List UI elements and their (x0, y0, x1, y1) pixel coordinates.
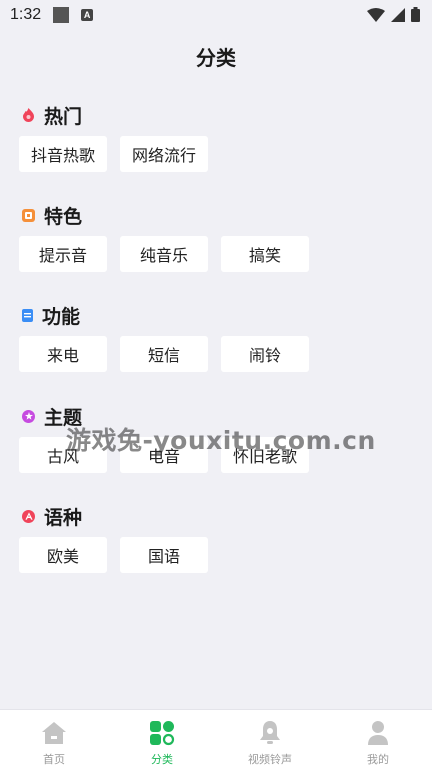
category-chip[interactable]: 搞笑 (221, 236, 309, 272)
chip-list: 欧美 国语 (19, 537, 208, 573)
category-chip[interactable]: 网络流行 (120, 136, 208, 172)
home-icon (41, 720, 67, 746)
category-chip[interactable]: 闹铃 (221, 336, 309, 372)
battery-icon (411, 7, 420, 22)
section-title: 语种 (44, 506, 83, 529)
star-circle-icon (22, 409, 35, 423)
user-icon (365, 720, 391, 746)
tab-label: 视频铃声 (248, 753, 292, 766)
tab-label: 我的 (367, 753, 389, 766)
category-chip[interactable]: 短信 (120, 336, 208, 372)
wifi-icon (367, 7, 385, 22)
tab-label: 首页 (43, 753, 65, 766)
section-header: 语种 (22, 503, 82, 529)
tab-label: 分类 (151, 753, 173, 766)
status-icons (367, 7, 420, 22)
section-header: 特色 (22, 202, 82, 228)
tab-mine[interactable]: 我的 (324, 710, 432, 769)
tab-home[interactable]: 首页 (0, 710, 108, 769)
flame-icon (22, 108, 35, 122)
category-chip[interactable]: 纯音乐 (120, 236, 208, 272)
section-header: 功能 (22, 302, 80, 328)
chip-list: 提示音 纯音乐 搞笑 (19, 236, 309, 272)
status-bar: 1:32 A (0, 0, 432, 30)
category-chip[interactable]: 国语 (120, 537, 208, 573)
category-chip[interactable]: 欧美 (19, 537, 107, 573)
grid-icon (149, 720, 175, 746)
section-title: 特色 (44, 205, 83, 228)
signal-icon (391, 7, 405, 22)
bell-icon (257, 720, 283, 746)
section-title: 热门 (44, 105, 83, 128)
watermark-text: 游戏兔-youxitu.com.cn (66, 426, 376, 455)
tab-category[interactable]: 分类 (108, 710, 216, 769)
status-time: 1:32 (10, 6, 42, 23)
notification-image-icon (53, 7, 70, 23)
a-circle-icon (22, 509, 35, 523)
square-badge-icon (22, 208, 35, 222)
category-chip[interactable]: 抖音热歌 (19, 136, 107, 172)
tab-video-ringtone[interactable]: 视频铃声 (216, 710, 324, 769)
notification-app-icon: A (81, 9, 94, 21)
section-header: 热门 (22, 102, 82, 128)
category-chip[interactable]: 提示音 (19, 236, 107, 272)
bottom-tab-bar: 首页 分类 视频铃声 我的 (0, 709, 432, 769)
category-chip[interactable]: 来电 (19, 336, 107, 372)
section-title: 功能 (42, 305, 81, 328)
chip-list: 抖音热歌 网络流行 (19, 136, 208, 172)
page-title: 分类 (196, 46, 236, 70)
bookmark-icon (22, 308, 33, 322)
chip-list: 来电 短信 闹铃 (19, 336, 309, 372)
